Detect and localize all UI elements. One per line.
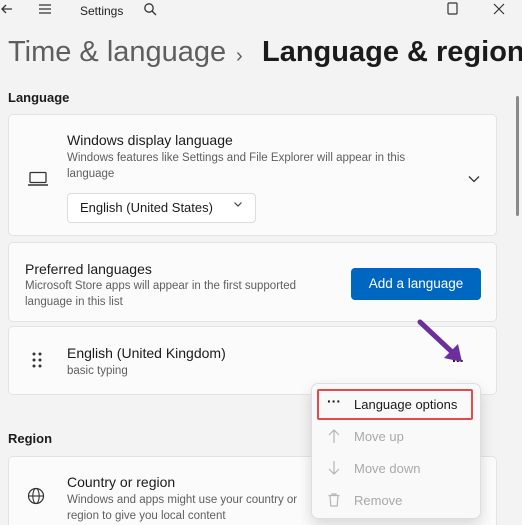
annotation-arrow-icon — [417, 319, 462, 362]
back-arrow-icon[interactable] — [0, 2, 14, 20]
scrollbar[interactable] — [516, 96, 519, 216]
breadcrumb-separator: › — [236, 45, 243, 67]
window-title: Settings — [80, 4, 124, 18]
add-language-button[interactable]: Add a language — [351, 268, 481, 300]
trash-icon — [326, 492, 342, 511]
arrow-up-icon — [326, 428, 342, 447]
close-icon[interactable] — [492, 2, 506, 20]
preferred-languages-description: Microsoft Store apps will appear in the … — [25, 280, 297, 308]
display-language-card[interactable]: Windows display language Windows feature… — [8, 114, 497, 236]
annotation-highlight-box — [317, 389, 473, 420]
arrow-down-icon — [326, 460, 342, 479]
display-language-dropdown[interactable]: English (United States) — [67, 193, 256, 223]
menu-item-move-up[interactable]: Move up — [312, 422, 482, 452]
menu-item-remove[interactable]: Remove — [312, 486, 482, 516]
language-entry-name: English (United Kingdom) — [67, 345, 226, 361]
breadcrumb-parent[interactable]: Time & language — [8, 34, 226, 70]
language-entry-detail: basic typing — [67, 365, 128, 377]
display-language-title: Windows display language — [67, 132, 233, 148]
menu-item-move-down[interactable]: Move down — [312, 454, 482, 484]
globe-icon — [27, 487, 45, 510]
title-bar: Settings — [0, 0, 522, 24]
maximize-icon[interactable] — [446, 2, 458, 20]
display-language-description: Windows features like Settings and File … — [67, 152, 406, 180]
drag-handle-icon[interactable] — [31, 351, 43, 374]
preferred-languages-card: Preferred languages Microsoft Store apps… — [8, 242, 497, 322]
country-region-description: Windows and apps might use your country … — [67, 494, 298, 522]
section-heading-region: Region — [8, 431, 53, 446]
display-language-selected: English (United States) — [80, 200, 213, 215]
chevron-down-icon — [233, 199, 243, 212]
preferred-languages-title: Preferred languages — [25, 261, 152, 277]
section-heading-language: Language — [8, 90, 70, 105]
search-icon[interactable] — [143, 2, 157, 20]
expand-chevron-icon[interactable] — [467, 171, 481, 189]
country-region-title: Country or region — [67, 474, 176, 490]
hamburger-icon[interactable] — [38, 2, 52, 20]
laptop-icon — [27, 171, 49, 192]
page-title: Language & region — [262, 36, 522, 68]
